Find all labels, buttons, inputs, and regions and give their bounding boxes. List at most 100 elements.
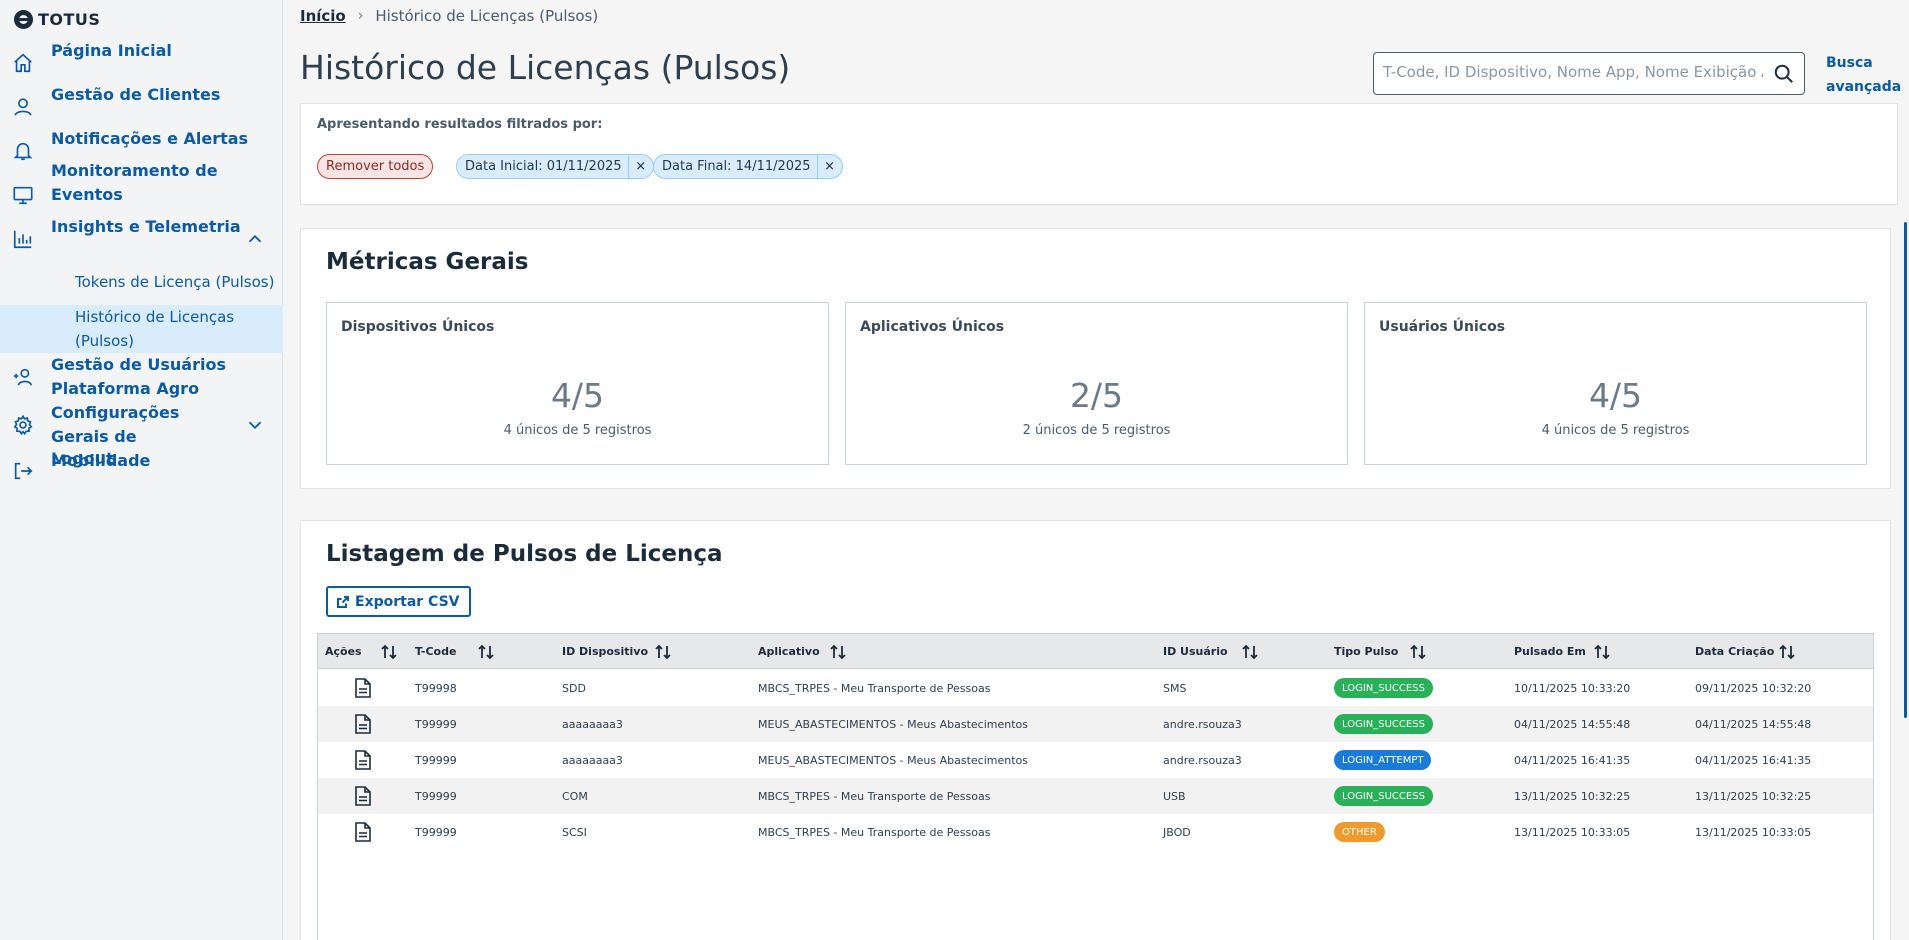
status-badge: LOGIN_SUCCESS <box>1334 714 1433 734</box>
document-icon[interactable] <box>354 750 372 770</box>
sidebar-item-label: Gestão de Usuários Plataforma Agro <box>51 355 226 398</box>
metric-label: Usuários Únicos <box>1379 319 1506 335</box>
listing-title: Listagem de Pulsos de Licença <box>326 541 723 567</box>
cell-created-at: 13/11/2025 10:32:25 <box>1695 789 1812 803</box>
totus-logo[interactable]: TOTUS <box>14 8 100 30</box>
document-icon[interactable] <box>354 714 372 734</box>
export-csv-button[interactable]: Exportar CSV <box>326 586 471 617</box>
cell-pulse-type: OTHER <box>1334 814 1385 850</box>
cell-pulse-type: LOGIN_SUCCESS <box>1334 778 1433 814</box>
sort-icon[interactable] <box>654 643 672 661</box>
sidebar-item-label: Gestão de Clientes <box>51 85 221 104</box>
sort-icon[interactable] <box>1593 643 1611 661</box>
column-header-pulse-type: Tipo Pulso <box>1334 645 1399 658</box>
document-icon[interactable] <box>354 678 372 698</box>
cell-tcode: T99999 <box>415 717 457 731</box>
monitor-icon <box>12 184 34 206</box>
advanced-search-link[interactable]: Busca avançada <box>1826 51 1901 99</box>
sidebar-subitem-label: Histórico de Licenças (Pulsos) <box>75 308 235 350</box>
sidebar-item-agro-users[interactable]: Gestão de Usuários Plataforma Agro <box>0 353 283 401</box>
bar-chart-icon <box>12 228 34 250</box>
cell-pulsed-at: 13/11/2025 10:33:05 <box>1514 825 1631 839</box>
cell-pulse-type: LOGIN_SUCCESS <box>1334 670 1433 706</box>
document-icon[interactable] <box>354 822 372 842</box>
status-badge: LOGIN_ATTEMPT <box>1334 750 1432 770</box>
totus-logo-icon <box>14 9 33 29</box>
breadcrumb-current: Histórico de Licenças (Pulsos) <box>375 7 599 25</box>
cell-pulse-type: LOGIN_ATTEMPT <box>1334 742 1432 778</box>
sidebar-subitem-history[interactable]: Histórico de Licenças (Pulsos) <box>0 305 283 353</box>
cell-tcode: T99998 <box>415 681 457 695</box>
close-icon[interactable]: × <box>816 155 842 178</box>
breadcrumb: Início › Histórico de Licenças (Pulsos) <box>300 7 598 25</box>
table-row: T99999 aaaaaaaa3 MEUS_ABASTECIMENTOS - M… <box>318 706 1873 742</box>
cell-device-id: SDD <box>562 681 586 695</box>
chevron-down-icon[interactable] <box>244 414 266 436</box>
cell-user-id: JBOD <box>1163 825 1191 839</box>
pulses-table: Ações T-Code ID Dispositivo Aplicativo I… <box>317 633 1874 940</box>
brand-name: TOTUS <box>38 9 101 29</box>
breadcrumb-home-link[interactable]: Início <box>300 7 346 25</box>
cell-app: MEUS_ABASTECIMENTOS - Meus Abastecimento… <box>758 753 1028 767</box>
page-title: Histórico de Licenças (Pulsos) <box>300 48 791 87</box>
cell-user-id: andre.rsouza3 <box>1163 717 1242 731</box>
table-row: T99998 SDD MBCS_TRPES - Meu Transporte d… <box>318 670 1873 706</box>
sidebar-item-label: Página Inicial <box>51 41 172 60</box>
column-header-actions: Ações <box>325 645 362 658</box>
cell-app: MBCS_TRPES - Meu Transporte de Pessoas <box>758 789 991 803</box>
column-header-user-id: ID Usuário <box>1163 645 1228 658</box>
external-link-icon <box>337 595 349 608</box>
sidebar: TOTUS Página Inicial Gestão de Clientes … <box>0 0 283 940</box>
metric-subtext: 4 únicos de 5 registros <box>503 423 652 438</box>
metric-label: Aplicativos Únicos <box>860 319 1005 335</box>
cell-device-id: aaaaaaaa3 <box>562 753 623 767</box>
listing-panel: Listagem de Pulsos de Licença Exportar C… <box>300 520 1891 940</box>
sort-icon[interactable] <box>380 643 398 661</box>
status-badge: LOGIN_SUCCESS <box>1334 678 1433 698</box>
close-icon[interactable]: × <box>627 155 653 178</box>
page-scrollbar[interactable] <box>1904 222 1907 718</box>
sort-icon[interactable] <box>1241 643 1259 661</box>
remove-all-filters-button[interactable]: Remover todos <box>317 154 434 179</box>
sort-icon[interactable] <box>829 643 847 661</box>
main-content: Início › Histórico de Licenças (Pulsos) … <box>284 0 1909 940</box>
metric-value: 4/5 <box>550 376 605 415</box>
cell-pulsed-at: 04/11/2025 16:41:35 <box>1514 753 1631 767</box>
cell-app: MBCS_TRPES - Meu Transporte de Pessoas <box>758 681 991 695</box>
column-header-created-at: Data Criação <box>1695 645 1775 658</box>
cell-tcode: T99999 <box>415 825 457 839</box>
cell-created-at: 09/11/2025 10:32:20 <box>1695 681 1812 695</box>
cell-pulsed-at: 04/11/2025 14:55:48 <box>1514 717 1631 731</box>
filter-chip-label: Data Final: 14/11/2025 <box>662 159 811 174</box>
export-csv-label: Exportar CSV <box>355 593 460 610</box>
filter-chip-label: Data Inicial: 01/11/2025 <box>465 159 622 174</box>
document-icon[interactable] <box>354 786 372 806</box>
column-header-device-id: ID Dispositivo <box>562 645 649 658</box>
cell-app: MBCS_TRPES - Meu Transporte de Pessoas <box>758 825 991 839</box>
sidebar-item-label: Notificações e Alertas <box>51 129 249 148</box>
cell-pulse-type: LOGIN_SUCCESS <box>1334 706 1433 742</box>
metric-card-devices: Dispositivos Únicos 4/5 4 únicos de 5 re… <box>326 302 829 465</box>
sidebar-item-mobility-settings[interactable]: Configurações Gerais de Mobilidade <box>0 401 283 470</box>
filter-chip-start-date: Data Inicial: 01/11/2025 × <box>456 154 654 179</box>
gear-icon <box>12 414 34 436</box>
table-row: T99999 aaaaaaaa3 MEUS_ABASTECIMENTOS - M… <box>318 742 1873 778</box>
table-row: T99999 SCSI MBCS_TRPES - Meu Transporte … <box>318 814 1873 850</box>
chevron-up-icon[interactable] <box>244 228 266 250</box>
search-input[interactable] <box>1383 63 1763 81</box>
metrics-panel: Métricas Gerais Dispositivos Únicos 4/5 … <box>300 228 1891 489</box>
metrics-title: Métricas Gerais <box>326 249 529 275</box>
metric-value: 4/5 <box>1588 376 1643 415</box>
sort-icon[interactable] <box>1778 643 1796 661</box>
search-icon[interactable] <box>1773 63 1795 85</box>
sort-icon[interactable] <box>1409 643 1427 661</box>
cell-app: MEUS_ABASTECIMENTOS - Meus Abastecimento… <box>758 717 1028 731</box>
metric-card-users: Usuários Únicos 4/5 4 únicos de 5 regist… <box>1364 302 1867 465</box>
column-header-tcode: T-Code <box>415 645 457 658</box>
search-box <box>1373 52 1805 95</box>
sort-icon[interactable] <box>477 643 495 661</box>
cell-created-at: 13/11/2025 10:33:05 <box>1695 825 1812 839</box>
sidebar-item-label: Insights e Telemetria <box>51 217 241 236</box>
cell-tcode: T99999 <box>415 753 457 767</box>
sidebar-subitem-tokens[interactable]: Tokens de Licença (Pulsos) <box>0 270 283 296</box>
